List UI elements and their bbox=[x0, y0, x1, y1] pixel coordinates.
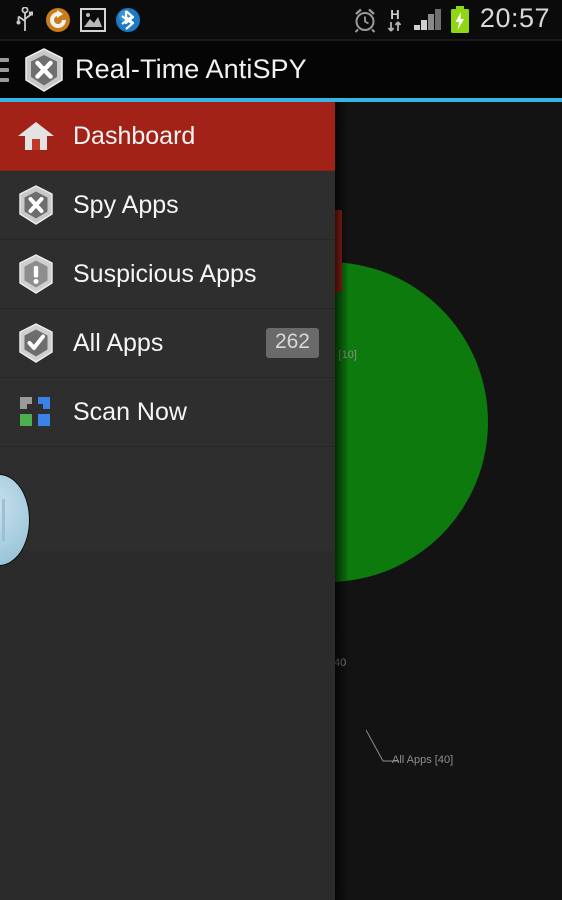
status-bar-left-icons bbox=[0, 6, 141, 33]
sidebar-item-label: Spy Apps bbox=[73, 190, 179, 219]
shield-x-icon bbox=[25, 47, 63, 92]
usb-icon bbox=[16, 6, 33, 31]
hamburger-bar-3 bbox=[0, 77, 9, 82]
page-title: Real-Time AntiSPY bbox=[75, 54, 307, 84]
hsdpa-label: H bbox=[390, 6, 400, 22]
sidebar-item-all-apps[interactable]: All Apps 262 bbox=[0, 309, 335, 378]
status-bar-clock: 20:57 bbox=[479, 3, 550, 33]
home-icon bbox=[14, 114, 58, 158]
drawer-empty-area bbox=[0, 551, 335, 900]
sidebar-item-spy-apps[interactable]: Spy Apps bbox=[0, 171, 335, 240]
status-bar: H 20:57 bbox=[0, 0, 562, 39]
sidebar-item-dashboard[interactable]: Dashboard bbox=[0, 102, 335, 171]
alarm-clock-icon bbox=[354, 8, 376, 33]
shield-check-icon bbox=[14, 321, 58, 365]
hamburger-bar-1 bbox=[0, 57, 9, 62]
drawer-shadow bbox=[335, 102, 349, 900]
sidebar-item-suspicious-apps[interactable]: Suspicious Apps bbox=[0, 240, 335, 309]
bluetooth-icon bbox=[116, 7, 140, 32]
sidebar-item-label: Scan Now bbox=[73, 397, 187, 426]
sidebar-item-label: All Apps bbox=[73, 328, 164, 357]
navigation-drawer: Dashboard Spy Apps Suspicious Apps All A… bbox=[0, 102, 335, 900]
hamburger-menu-icon[interactable] bbox=[0, 41, 14, 98]
hamburger-bar-2 bbox=[0, 67, 9, 72]
battery-charging-icon bbox=[450, 5, 469, 33]
action-bar: Real-Time AntiSPY bbox=[0, 41, 562, 98]
status-bar-right-icons: H 20:57 bbox=[352, 5, 562, 34]
handle-line-2 bbox=[2, 499, 5, 541]
sidebar-item-label: Suspicious Apps bbox=[73, 259, 257, 288]
shield-exclamation-icon bbox=[14, 252, 58, 296]
sync-icon bbox=[46, 7, 70, 32]
status-badge: 262 bbox=[265, 328, 319, 358]
phone-screen: H 20:57 Real-Time AntiSPY All Apps [40] … bbox=[0, 0, 562, 900]
sidebar-item-scan-now[interactable]: Scan Now bbox=[0, 378, 335, 447]
hsdpa-data-icon: H bbox=[386, 8, 404, 32]
sidebar-item-label: Dashboard bbox=[73, 121, 196, 150]
signal-bars-icon bbox=[413, 8, 441, 30]
screenshot-image-icon bbox=[80, 7, 106, 32]
shield-x-icon bbox=[14, 183, 58, 227]
pie-label-all-apps: All Apps [40] bbox=[392, 754, 454, 766]
four-squares-scan-icon bbox=[14, 390, 58, 434]
